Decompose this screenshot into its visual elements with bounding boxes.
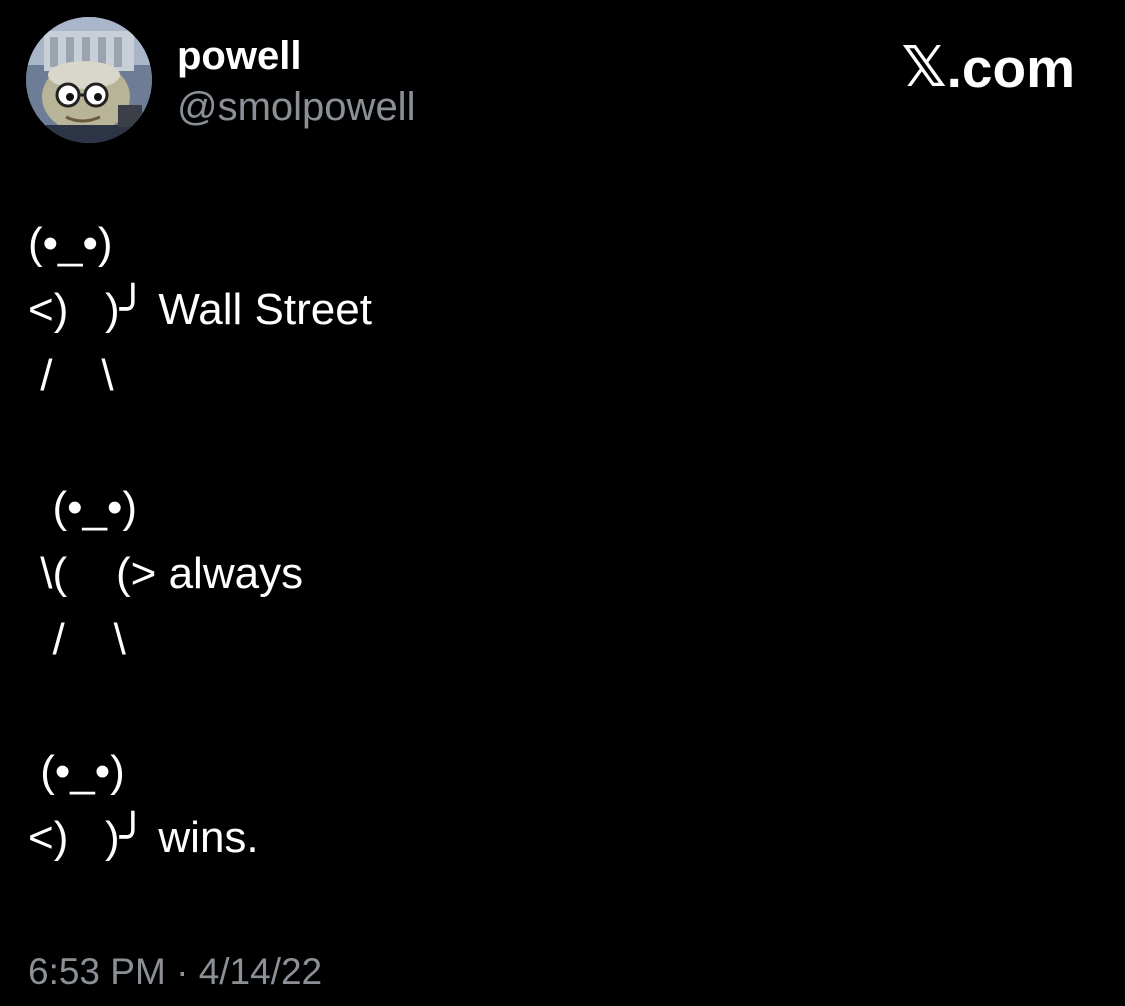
tweet-date: 4/14/22 — [198, 951, 323, 992]
x-logo-icon: 𝕏 — [901, 35, 947, 100]
avatar-image — [26, 17, 152, 143]
avatar[interactable] — [26, 17, 152, 143]
tweet-text: (•_•) <) )╯ Wall Street / \ (•_•) \( (> … — [28, 219, 372, 862]
tweet-card: powell @smolpowell 𝕏 .com (•_•) <) )╯ Wal… — [0, 0, 1125, 1006]
tweet-timestamp[interactable]: 6:53 PM · 4/14/22 — [28, 950, 322, 994]
brand-domain: .com — [946, 37, 1075, 99]
timestamp-separator: · — [176, 951, 189, 992]
brand-logo: 𝕏 .com — [901, 35, 1076, 100]
tweet-time: 6:53 PM — [28, 951, 166, 992]
author-name[interactable]: powell — [177, 34, 301, 78]
author-handle[interactable]: @smolpowell — [177, 85, 415, 129]
